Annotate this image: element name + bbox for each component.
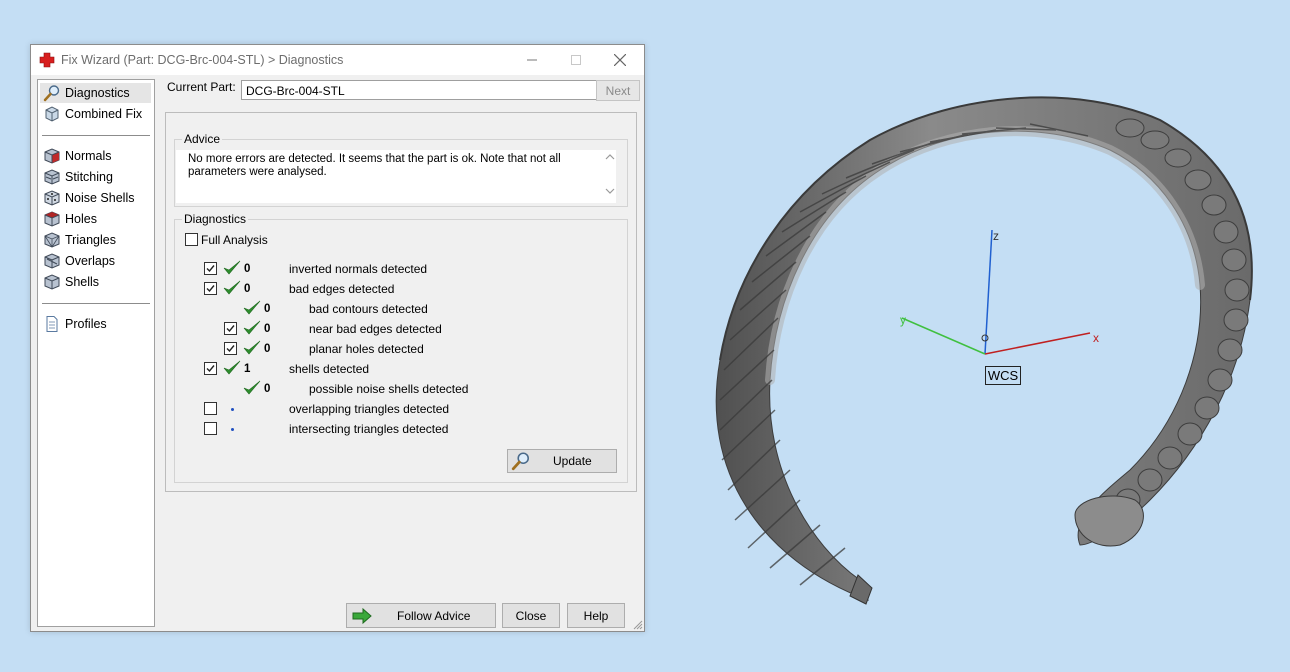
window-title: Fix Wizard (Part: DCG-Brc-004-STL) > Dia… — [61, 53, 344, 67]
nav-item-noise-shells[interactable]: Noise Shells — [40, 188, 151, 208]
diagnostic-count: 0 — [264, 303, 271, 315]
diagnostic-count: 0 — [244, 283, 251, 295]
document-icon — [46, 316, 58, 332]
diagnostic-checkbox[interactable] — [204, 422, 217, 435]
pending-dot-icon — [231, 428, 234, 431]
nav-item-stitching[interactable]: Stitching — [40, 167, 151, 187]
current-part-label: Current Part: — [167, 80, 236, 94]
update-label: Update — [553, 454, 592, 468]
nav-item-normals[interactable]: Normals — [40, 146, 151, 166]
diagnostic-label: intersecting triangles detected — [289, 422, 449, 436]
nav-label: Profiles — [65, 317, 107, 331]
green-check-icon — [222, 260, 242, 276]
nav-item-shells[interactable]: Shells — [40, 272, 151, 292]
nav-item-triangles[interactable]: Triangles — [40, 230, 151, 250]
nav-label: Combined Fix — [65, 107, 143, 121]
fix-nav-panel: Diagnostics Combined Fix Normals Stitchi… — [37, 79, 155, 627]
green-check-icon — [242, 300, 262, 316]
current-part-value: DCG-Brc-004-STL — [246, 84, 345, 98]
nav-item-diagnostics[interactable]: Diagnostics — [40, 83, 151, 103]
holes-cube-icon — [44, 211, 60, 227]
diagnostic-checkbox[interactable] — [204, 282, 217, 295]
advice-scrollbar[interactable] — [602, 150, 618, 198]
combined-fix-icon — [45, 106, 59, 122]
maximize-icon — [571, 55, 581, 65]
nav-item-profiles[interactable]: Profiles — [40, 314, 151, 334]
wcs-label: WCS — [985, 366, 1021, 385]
title-bar[interactable]: Fix Wizard (Part: DCG-Brc-004-STL) > Dia… — [31, 45, 644, 75]
resize-grip-icon[interactable] — [633, 620, 643, 630]
overlaps-cube-icon — [44, 253, 60, 269]
maximize-button[interactable] — [553, 45, 599, 75]
green-check-icon — [222, 360, 242, 376]
magnifier-icon — [511, 452, 529, 471]
green-check-icon — [242, 340, 262, 356]
diagnostic-label: inverted normals detected — [289, 262, 428, 276]
diagnostic-label: bad edges detected — [289, 282, 395, 296]
diagnostics-title: Diagnostics — [182, 212, 249, 226]
diagnostic-count: 0 — [264, 323, 271, 335]
nav-label: Diagnostics — [65, 86, 130, 100]
diagnostic-checkbox[interactable] — [224, 322, 237, 335]
full-analysis-checkbox[interactable] — [185, 233, 198, 246]
axis-x-label: x — [1093, 331, 1099, 345]
noise-shells-dice-icon — [44, 190, 60, 206]
help-button[interactable]: Help — [567, 603, 625, 628]
diagnostic-checkbox[interactable] — [204, 402, 217, 415]
diagnostic-label: planar holes detected — [309, 342, 424, 356]
pending-dot-icon — [231, 408, 234, 411]
current-part-select[interactable]: DCG-Brc-004-STL — [241, 80, 620, 100]
stitching-cube-icon — [44, 169, 60, 185]
nav-label: Holes — [65, 212, 97, 226]
diagnostic-count: 0 — [244, 263, 251, 275]
diagnostic-label: possible noise shells detected — [309, 382, 469, 396]
fix-wizard-window: Fix Wizard (Part: DCG-Brc-004-STL) > Dia… — [30, 44, 645, 632]
red-cross-icon — [39, 52, 55, 68]
close-window-button[interactable] — [597, 45, 643, 75]
shells-cube-icon — [44, 274, 60, 290]
normals-cube-icon — [44, 148, 60, 164]
minimize-button[interactable] — [509, 45, 555, 75]
nav-item-holes[interactable]: Holes — [40, 209, 151, 229]
diagnostic-checkbox[interactable] — [204, 262, 217, 275]
nav-label: Stitching — [65, 170, 113, 184]
nav-label: Noise Shells — [65, 191, 135, 205]
triangles-cube-icon — [44, 232, 60, 248]
full-analysis-label: Full Analysis — [201, 233, 268, 247]
minimize-icon — [527, 59, 537, 61]
follow-advice-label: Follow Advice — [397, 608, 471, 623]
nav-item-overlaps[interactable]: Overlaps — [40, 251, 151, 271]
diagnostic-label: bad contours detected — [309, 302, 428, 316]
green-check-icon — [242, 380, 262, 396]
diagnostic-count: 0 — [264, 383, 271, 395]
diagnostic-label: shells detected — [289, 362, 370, 376]
green-check-icon — [242, 320, 262, 336]
nav-label: Overlaps — [65, 254, 116, 268]
diagnostic-label: near bad edges detected — [309, 322, 442, 336]
nav-separator — [42, 303, 150, 304]
next-button[interactable]: Next — [596, 80, 640, 101]
update-button[interactable]: Update — [507, 449, 617, 473]
advice-text: No more errors are detected. It seems th… — [188, 153, 561, 178]
nav-label: Triangles — [65, 233, 116, 247]
follow-advice-button[interactable]: Follow Advice — [346, 603, 496, 628]
close-button[interactable]: Close — [502, 603, 560, 628]
diagnostic-checkbox[interactable] — [224, 342, 237, 355]
diagnostic-label: overlapping triangles detected — [289, 402, 450, 416]
advice-title: Advice — [182, 132, 223, 146]
nav-label: Shells — [65, 275, 100, 289]
axis-z-label: z — [993, 229, 999, 243]
green-check-icon — [222, 280, 242, 296]
diagnostic-count: 0 — [264, 343, 271, 355]
magnifier-icon — [43, 85, 60, 102]
diagnostic-count: 1 — [244, 363, 251, 375]
nav-separator — [42, 135, 150, 136]
axis-y-label: y — [900, 313, 906, 327]
nav-item-combined-fix[interactable]: Combined Fix — [40, 104, 151, 124]
close-icon — [614, 54, 626, 66]
diagnostic-checkbox[interactable] — [204, 362, 217, 375]
nav-label: Normals — [65, 149, 112, 163]
green-arrow-icon — [352, 607, 372, 624]
